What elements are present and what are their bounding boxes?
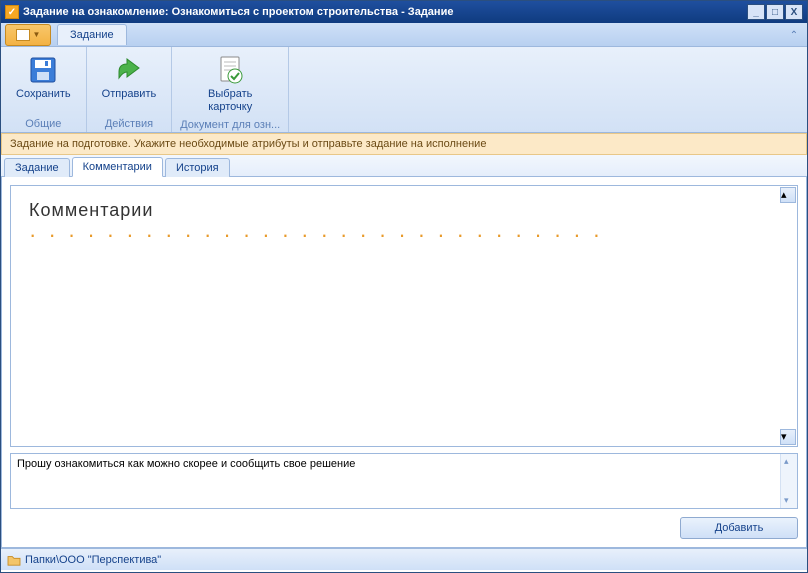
tab-history[interactable]: История (165, 158, 230, 177)
scroll-up-button[interactable]: ▴ (780, 187, 796, 203)
comment-input[interactable]: Прошу ознакомиться как можно скорее и со… (11, 454, 779, 508)
save-button[interactable]: Сохранить (9, 51, 78, 104)
ribbon-group-actions: Отправить Действия (87, 47, 173, 132)
ribbon-group-document: Выбрать карточку Документ для озн... (172, 47, 289, 132)
comment-input-wrap: Прошу ознакомиться как можно скорее и со… (10, 453, 798, 509)
ribbon-collapse-button[interactable]: ⌃ (787, 28, 801, 42)
divider-dots: · · · · · · · · · · · · · · · · · · · · … (29, 231, 779, 239)
add-button[interactable]: Добавить (680, 517, 798, 539)
folder-icon (7, 554, 21, 566)
maximize-button[interactable]: □ (766, 4, 784, 20)
group-caption-common: Общие (9, 116, 78, 130)
document-check-icon (214, 54, 246, 86)
scroll-down-icon: ▾ (784, 495, 789, 506)
ribbon-group-common: Сохранить Общие (1, 47, 87, 132)
scroll-up-icon: ▴ (784, 456, 789, 467)
scroll-down-button[interactable]: ▾ (780, 429, 796, 445)
app-menu-button[interactable]: ▼ (5, 24, 51, 46)
comments-view: Комментарии · · · · · · · · · · · · · · … (10, 185, 798, 447)
send-button[interactable]: Отправить (95, 51, 164, 104)
group-caption-document: Документ для озн... (180, 117, 280, 131)
comments-panel: Комментарии · · · · · · · · · · · · · · … (1, 177, 807, 548)
content-area: Задание Комментарии История Комментарии … (1, 155, 807, 548)
save-label: Сохранить (16, 88, 71, 101)
comments-heading: Комментарии (29, 200, 779, 221)
input-scrollbar[interactable]: ▴ ▾ (780, 454, 797, 508)
info-banner: Задание на подготовке. Укажите необходим… (1, 133, 807, 155)
tab-task[interactable]: Задание (4, 158, 70, 177)
ribbon-tab-task[interactable]: Задание (57, 24, 127, 45)
book-icon (16, 29, 30, 41)
minimize-button[interactable]: _ (747, 4, 765, 20)
titlebar: ✓ Задание на ознакомление: Ознакомиться … (1, 1, 807, 23)
dropdown-arrow-icon: ▼ (33, 30, 41, 39)
select-card-button[interactable]: Выбрать карточку (201, 51, 259, 117)
send-label: Отправить (102, 88, 157, 101)
send-icon (113, 54, 145, 86)
save-icon (27, 54, 59, 86)
tab-comments[interactable]: Комментарии (72, 157, 163, 177)
statusbar: Папки\ООО "Перспектива" (1, 548, 807, 570)
group-caption-actions: Действия (95, 116, 164, 130)
select-card-label: Выбрать карточку (208, 88, 252, 114)
close-button[interactable]: X (785, 4, 803, 20)
ribbon: Сохранить Общие Отправить Действия Выбра… (1, 47, 807, 133)
app-icon: ✓ (5, 5, 19, 19)
ribbon-tabstrip: ▼ Задание ⌃ (1, 23, 807, 47)
statusbar-path: Папки\ООО "Перспектива" (25, 554, 161, 566)
window-title: Задание на ознакомление: Ознакомиться с … (23, 6, 746, 18)
sub-tabs: Задание Комментарии История (1, 155, 807, 177)
